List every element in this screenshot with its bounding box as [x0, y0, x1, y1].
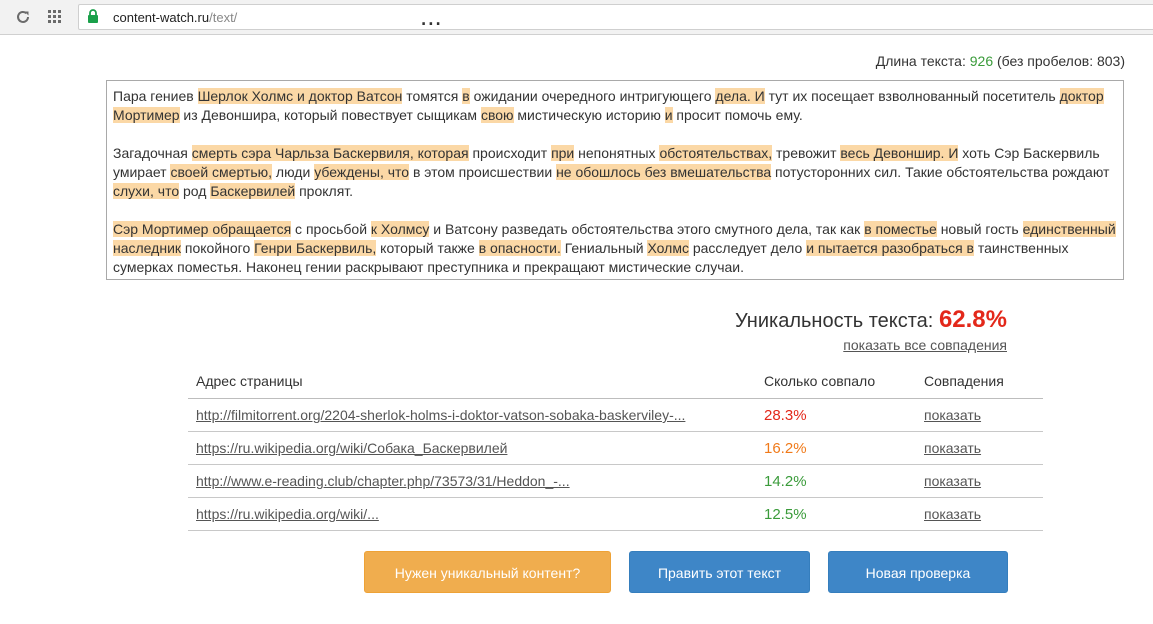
- text-fragment: покойного: [181, 240, 255, 256]
- checked-text-box: Пара гениев Шерлок Холмс и доктор Ватсон…: [106, 80, 1124, 280]
- text-length-label: Длина текста:: [875, 53, 966, 69]
- matched-fragment: Баскервилей: [210, 183, 296, 199]
- show-match-cell: показать: [916, 398, 1043, 432]
- match-url-cell: http://www.e-reading.club/chapter.php/73…: [188, 464, 756, 498]
- table-row: http://filmitorrent.org/2204-sherlok-hol…: [188, 398, 1043, 432]
- match-url-link[interactable]: https://ru.wikipedia.org/wiki/...: [196, 506, 379, 522]
- uniqueness-result: Уникальность текста: 62.8%: [735, 306, 1007, 334]
- url-path: /text/: [209, 10, 238, 25]
- show-match-link[interactable]: показать: [924, 440, 981, 456]
- page-heading-clipped: ...: [420, 10, 680, 40]
- match-url-cell: https://ru.wikipedia.org/wiki/Собака_Бас…: [188, 431, 756, 465]
- table-row: http://www.e-reading.club/chapter.php/73…: [188, 464, 1043, 498]
- header-matches: Совпадения: [916, 364, 1043, 399]
- matched-fragment: весь Девоншир. И: [840, 145, 959, 161]
- matched-fragment: и пытается разобраться в: [806, 240, 974, 256]
- matched-fragment: обстоятельствах,: [659, 145, 773, 161]
- text-fragment: люди: [272, 164, 315, 180]
- header-page-address: Адрес страницы: [188, 364, 756, 399]
- show-match-link[interactable]: показать: [924, 506, 981, 522]
- show-match-link[interactable]: показать: [924, 407, 981, 423]
- matched-fragment: слухи, что: [113, 183, 180, 199]
- reload-icon[interactable]: [14, 8, 32, 26]
- text-fragment: который также: [376, 240, 479, 256]
- text-fragment: Пара гениев: [113, 88, 198, 104]
- uniqueness-label: Уникальность текста:: [734, 310, 934, 332]
- match-percent: 14.2%: [756, 464, 916, 498]
- text-paragraph: Пара гениев Шерлок Холмс и доктор Ватсон…: [113, 87, 1117, 125]
- need-unique-content-button[interactable]: Нужен уникальный контент?: [364, 551, 611, 593]
- lock-icon: [88, 9, 98, 23]
- text-fragment: новый гость: [936, 221, 1023, 237]
- text-fragment: Гениальный: [560, 240, 648, 256]
- show-all-matches-link[interactable]: показать все совпадения: [843, 337, 1007, 353]
- match-url-link[interactable]: http://www.e-reading.club/chapter.php/73…: [196, 473, 570, 489]
- text-fragment: непонятных: [574, 145, 660, 161]
- matched-fragment: в опасности.: [478, 240, 561, 256]
- matched-fragment: не обошлось без вмешательства: [556, 164, 772, 180]
- text-fragment: происходит: [468, 145, 552, 161]
- text-fragment: расследует дело: [688, 240, 807, 256]
- match-url-link[interactable]: http://filmitorrent.org/2204-sherlok-hol…: [196, 407, 685, 423]
- text-length-value: 926: [969, 53, 994, 69]
- matched-fragment: и: [664, 107, 673, 123]
- text-fragment: томятся: [402, 88, 463, 104]
- text-fragment: просит помочь ему.: [672, 107, 803, 123]
- show-match-link[interactable]: показать: [924, 473, 981, 489]
- text-paragraph: Сэр Мортимер обращается с просьбой к Хол…: [113, 220, 1117, 277]
- matched-fragment: в поместье: [864, 221, 937, 237]
- text-fragment: тут их посещает взволнованный посетитель: [764, 88, 1060, 104]
- text-paragraph: Загадочная смерть сэра Чарльза Баскервил…: [113, 144, 1117, 201]
- text-fragment: ожидании очередного интригующего: [469, 88, 716, 104]
- header-match-amount: Сколько совпало: [756, 364, 916, 399]
- show-match-cell: показать: [916, 431, 1043, 465]
- table-row: https://ru.wikipedia.org/wiki/Собака_Бас…: [188, 431, 1043, 465]
- edit-text-button[interactable]: Править этот текст: [629, 551, 810, 593]
- text-fragment: потусторонних сил. Такие обстоятельства …: [771, 164, 1110, 180]
- text-fragment: тревожит: [772, 145, 841, 161]
- matches-table: Адрес страницы Сколько совпало Совпадени…: [188, 364, 1043, 531]
- matched-fragment: смерть сэра Чарльза Баскервиля, которая: [191, 145, 469, 161]
- table-row: https://ru.wikipedia.org/wiki/... 12.5% по…: [188, 497, 1043, 531]
- match-url-link[interactable]: https://ru.wikipedia.org/wiki/Собака_Бас…: [196, 440, 507, 456]
- text-length: Длина текста: 926 (без пробелов: 803): [876, 53, 1125, 69]
- text-fragment: с просьбой: [291, 221, 371, 237]
- matched-fragment: к Холмсу: [370, 221, 430, 237]
- text-fragment: Загадочная: [113, 145, 192, 161]
- text-fragment: мистическую историю: [513, 107, 665, 123]
- text-fragment: из Девоншира, который повествует сыщикам: [179, 107, 481, 123]
- match-url-cell: https://ru.wikipedia.org/wiki/...: [188, 497, 756, 531]
- text-length-no-spaces: (без пробелов: 803): [997, 53, 1125, 69]
- text-fragment: род: [179, 183, 211, 199]
- match-percent: 16.2%: [756, 431, 916, 465]
- matched-fragment: дела. И: [715, 88, 765, 104]
- matched-fragment: при: [551, 145, 575, 161]
- show-match-cell: показать: [916, 497, 1043, 531]
- matches-table-header: Адрес страницы Сколько совпало Совпадени…: [188, 364, 1043, 399]
- new-check-button[interactable]: Новая проверка: [828, 551, 1008, 593]
- text-fragment: и Ватсону разведать обстоятельства этого…: [429, 221, 865, 237]
- matched-fragment: Сэр Мортимер обращается: [113, 221, 292, 237]
- matched-fragment: Холмс: [647, 240, 689, 256]
- page-heading: ...: [420, 10, 442, 31]
- text-fragment: в этом происшествии: [409, 164, 557, 180]
- url-text[interactable]: content-watch.ru/text/: [113, 10, 237, 25]
- matched-fragment: убеждены, что: [314, 164, 410, 180]
- match-percent: 12.5%: [756, 497, 916, 531]
- matched-fragment: в: [462, 88, 470, 104]
- show-match-cell: показать: [916, 464, 1043, 498]
- matched-fragment: свою: [480, 107, 514, 123]
- matched-fragment: Шерлок Холмс и доктор Ватсон: [197, 88, 403, 104]
- text-fragment: проклят.: [295, 183, 354, 199]
- uniqueness-value: 62.8%: [938, 306, 1007, 333]
- match-percent: 28.3%: [756, 398, 916, 432]
- url-host: content-watch.ru: [113, 10, 210, 25]
- matched-fragment: Генри Баскервиль,: [254, 240, 377, 256]
- match-url-cell: http://filmitorrent.org/2204-sherlok-hol…: [188, 398, 756, 432]
- apps-icon[interactable]: [48, 10, 62, 24]
- matched-fragment: своей смертью,: [170, 164, 273, 180]
